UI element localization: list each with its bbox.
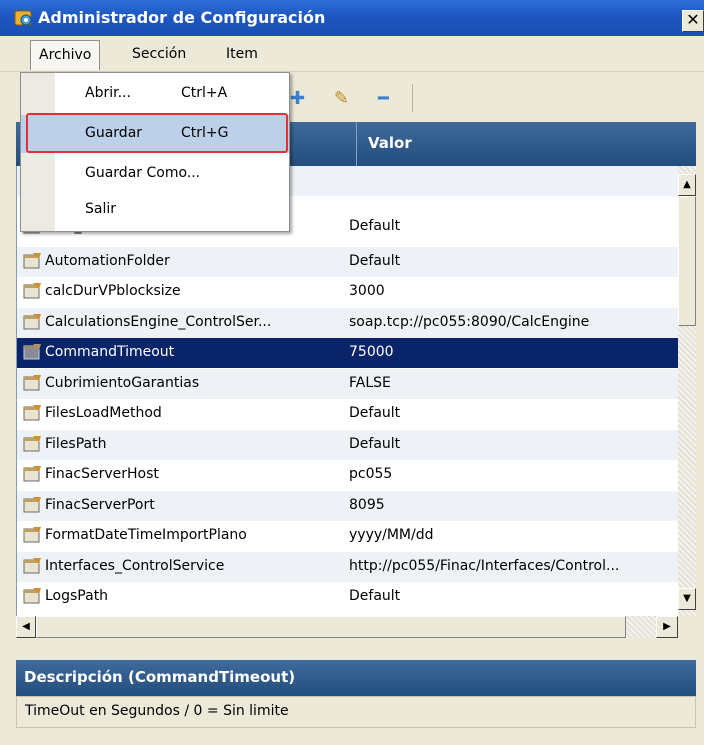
menu-item-label: Guardar Como...: [85, 165, 201, 181]
menu-item-label: Guardar: [85, 125, 143, 141]
property-icon: [23, 436, 41, 452]
row-value: Default: [349, 405, 401, 421]
row-value: Default: [349, 253, 401, 269]
table-row[interactable]: AutomationFolder Default: [17, 247, 678, 277]
table-row[interactable]: FinacServerHost pc055: [17, 460, 678, 490]
description-text: TimeOut en Segundos / 0 = Sin limite: [16, 696, 696, 728]
table-row[interactable]: CalculationsEngine_ControlSer... soap.tc…: [17, 308, 678, 338]
property-icon: [23, 588, 41, 604]
menu-item-label: Abrir...: [85, 85, 131, 101]
row-name: FormatDateTimeImportPlano: [45, 527, 247, 543]
scroll-down-button[interactable]: ▼: [678, 588, 696, 610]
menu-archivo[interactable]: Archivo: [30, 40, 101, 70]
row-value: soap.tcp://pc055:8090/CalcEngine: [349, 314, 590, 330]
table-row[interactable]: FinacServerPort 8095: [17, 491, 678, 521]
table-row[interactable]: LogsPath Default: [17, 582, 678, 612]
menu-item-shortcut: Ctrl+A: [181, 85, 228, 101]
row-name: FilesPath: [45, 436, 107, 452]
config-window: Administrador de Configuración ✕ Archivo…: [0, 0, 704, 745]
property-icon: [23, 314, 41, 330]
edit-icon[interactable]: ✎: [334, 88, 349, 109]
row-name: FilesLoadMethod: [45, 405, 162, 421]
row-value: 3000: [349, 283, 385, 299]
property-icon: [23, 466, 41, 482]
vertical-scrollbar[interactable]: ▲ ▼: [678, 166, 696, 616]
table-row[interactable]: FilesLoadMethod Default: [17, 399, 678, 429]
column-header-valor[interactable]: Valor: [368, 134, 412, 152]
menu-item[interactable]: Item: [218, 40, 266, 70]
row-name: FinacServerHost: [45, 466, 159, 482]
description-header: Descripción (CommandTimeout): [16, 660, 696, 696]
property-icon: [23, 497, 41, 513]
archivo-dropdown-menu: Abrir... Ctrl+A Guardar Ctrl+G Guardar C…: [20, 72, 290, 232]
row-value: Default: [349, 218, 401, 234]
property-icon: [23, 253, 41, 269]
add-icon[interactable]: ✚: [290, 88, 305, 109]
row-name: LogsPath: [45, 588, 109, 604]
property-icon: [23, 527, 41, 543]
property-icon: [23, 405, 41, 421]
table-row[interactable]: calcDurVPblocksize 3000: [17, 277, 678, 307]
menu-item-abrir[interactable]: Abrir... Ctrl+A: [21, 75, 289, 113]
row-name: CubrimientoGarantias: [45, 375, 200, 391]
close-button[interactable]: ✕: [682, 10, 704, 32]
scroll-corner: [678, 616, 696, 638]
window-title: Administrador de Configuración: [38, 8, 326, 27]
row-value: Default: [349, 588, 401, 604]
table-row[interactable]: FormatDateTimeImportPlano yyyy/MM/dd: [17, 521, 678, 551]
scroll-left-button[interactable]: ◀: [16, 616, 36, 638]
row-name: AutomationFolder: [45, 253, 170, 269]
row-name: CalculationsEngine_ControlSer...: [45, 314, 272, 330]
row-name: calcDurVPblocksize: [45, 283, 181, 299]
row-value: http://pc055/Finac/Interfaces/Control...: [349, 558, 620, 574]
property-icon: [23, 283, 41, 299]
scroll-right-button[interactable]: ▶: [656, 616, 678, 638]
table-row-selected[interactable]: CommandTimeout 75000: [17, 338, 678, 368]
row-value: 75000: [349, 344, 394, 360]
property-icon: [23, 344, 41, 360]
horizontal-scroll-thumb[interactable]: [36, 616, 626, 638]
row-value: pc055: [349, 466, 393, 482]
row-name: FinacServerPort: [45, 497, 155, 513]
app-icon: [14, 10, 32, 26]
menu-bar: Archivo Sección Item: [0, 36, 704, 72]
property-icon: [23, 558, 41, 574]
horizontal-scrollbar[interactable]: ◀ ▶: [16, 616, 678, 638]
row-value: yyyy/MM/dd: [349, 527, 434, 543]
property-grid: ALM_ParametrizerFilePath Default Automat…: [16, 166, 678, 616]
menu-item-label: Salir: [85, 201, 117, 217]
column-divider[interactable]: [356, 122, 357, 166]
property-icon: [23, 375, 41, 391]
row-value: Default: [349, 436, 401, 452]
menu-item-guardar-como[interactable]: Guardar Como...: [21, 155, 289, 193]
vertical-scroll-thumb[interactable]: [678, 196, 696, 326]
toolbar-separator: [412, 84, 413, 112]
table-row[interactable]: Interfaces_ControlService http://pc055/F…: [17, 552, 678, 582]
scroll-up-button[interactable]: ▲: [678, 174, 696, 196]
menu-item-guardar[interactable]: Guardar Ctrl+G: [21, 115, 289, 153]
menu-item-salir[interactable]: Salir: [21, 191, 289, 229]
row-name: Interfaces_ControlService: [45, 558, 225, 574]
menu-item-shortcut: Ctrl+G: [181, 125, 229, 141]
table-row[interactable]: CubrimientoGarantias FALSE: [17, 369, 678, 399]
menu-seccion[interactable]: Sección: [124, 40, 194, 70]
table-row[interactable]: FilesPath Default: [17, 430, 678, 460]
title-bar: Administrador de Configuración ✕: [0, 0, 704, 36]
row-value: 8095: [349, 497, 385, 513]
remove-icon[interactable]: ━: [378, 88, 389, 109]
row-value: FALSE: [349, 375, 391, 391]
row-name: CommandTimeout: [45, 344, 175, 360]
